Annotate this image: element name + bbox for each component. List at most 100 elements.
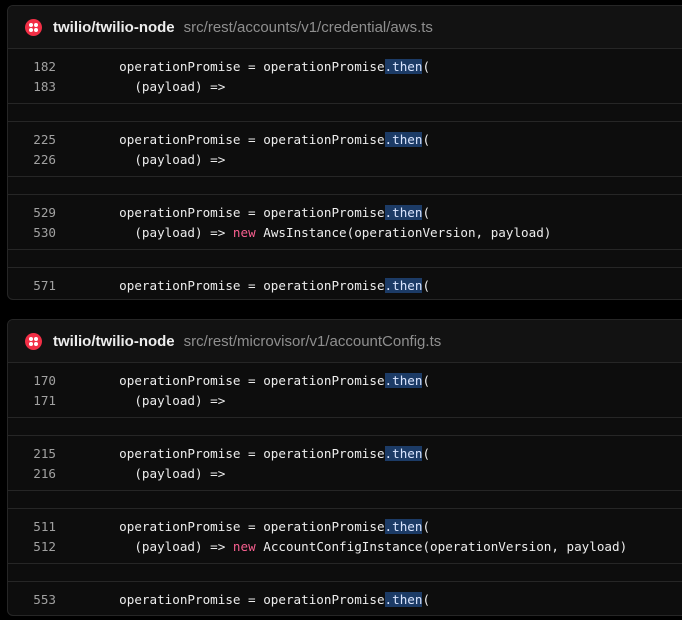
code-token: ( <box>422 372 431 388</box>
snippet-separator <box>8 176 682 195</box>
twilio-logo-icon <box>25 332 42 350</box>
code-snippet[interactable]: 511 operationPromise = operationPromise.… <box>8 509 682 563</box>
code-text: operationPromise = operationPromise.then… <box>104 518 431 534</box>
code-token: operationPromise = operationPromise <box>104 58 385 74</box>
code-token: ( <box>422 204 431 220</box>
code-text: operationPromise = operationPromise.then… <box>104 591 431 607</box>
line-number[interactable]: 183 <box>8 79 56 94</box>
line-number[interactable]: 553 <box>8 592 56 607</box>
result-header: twilio/twilio-node src/rest/accounts/v1/… <box>8 6 682 49</box>
line-number[interactable]: 530 <box>8 225 56 240</box>
code-token: AccountConfigInstance(operationVersion, … <box>255 538 628 554</box>
code-token: operationPromise = operationPromise <box>104 591 385 607</box>
code-token: ( <box>422 131 431 147</box>
line-number[interactable]: 215 <box>8 446 56 461</box>
twilio-logo-icon <box>25 18 42 36</box>
line-number[interactable]: 182 <box>8 59 56 74</box>
result-card: twilio/twilio-node src/rest/accounts/v1/… <box>7 5 682 300</box>
search-match: .then <box>384 518 423 534</box>
code-token: operationPromise = operationPromise <box>104 445 385 461</box>
code-token: ( <box>422 58 431 74</box>
code-line[interactable]: 225 operationPromise = operationPromise.… <box>8 129 682 149</box>
code-line[interactable]: 182 operationPromise = operationPromise.… <box>8 56 682 76</box>
code-snippets: 170 operationPromise = operationPromise.… <box>8 363 682 615</box>
code-token: ( <box>422 277 431 293</box>
code-snippet[interactable]: 215 operationPromise = operationPromise.… <box>8 436 682 490</box>
code-token: operationPromise = operationPromise <box>104 518 385 534</box>
code-token: (payload) => <box>104 465 226 481</box>
code-text: operationPromise = operationPromise.then… <box>104 277 431 293</box>
code-line[interactable]: 171 (payload) => <box>8 390 682 410</box>
code-text: (payload) => new AccountConfigInstance(o… <box>104 539 627 554</box>
code-text: (payload) => <box>104 152 225 167</box>
line-number[interactable]: 216 <box>8 466 56 481</box>
search-match: .then <box>384 131 423 147</box>
code-text: operationPromise = operationPromise.then… <box>104 445 431 461</box>
code-line[interactable]: 170 operationPromise = operationPromise.… <box>8 370 682 390</box>
result-header: twilio/twilio-node src/rest/microvisor/v… <box>8 320 682 363</box>
code-line[interactable]: 512 (payload) => new AccountConfigInstan… <box>8 536 682 556</box>
code-token: ( <box>422 591 431 607</box>
code-token: operationPromise = operationPromise <box>104 204 385 220</box>
code-line[interactable]: 215 operationPromise = operationPromise.… <box>8 443 682 463</box>
snippet-separator <box>8 249 682 268</box>
file-path-link[interactable]: src/rest/accounts/v1/credential/aws.ts <box>184 19 433 36</box>
line-number[interactable]: 511 <box>8 519 56 534</box>
code-snippet[interactable]: 170 operationPromise = operationPromise.… <box>8 363 682 417</box>
code-text: (payload) => <box>104 393 225 408</box>
line-number[interactable]: 512 <box>8 539 56 554</box>
code-token: (payload) => <box>104 78 226 94</box>
code-snippet[interactable]: 529 operationPromise = operationPromise.… <box>8 195 682 249</box>
code-line[interactable]: 529 operationPromise = operationPromise.… <box>8 202 682 222</box>
snippet-separator <box>8 490 682 509</box>
code-text: operationPromise = operationPromise.then… <box>104 372 431 388</box>
keyword-token: new <box>232 538 256 554</box>
repo-link[interactable]: twilio/twilio-node <box>53 333 175 350</box>
code-token: (payload) => <box>104 151 226 167</box>
line-number[interactable]: 226 <box>8 152 56 167</box>
code-token: AwsInstance(operationVersion, payload) <box>255 224 552 240</box>
code-line[interactable]: 183 (payload) => <box>8 76 682 96</box>
code-token: (payload) => <box>104 224 233 240</box>
code-text: operationPromise = operationPromise.then… <box>104 131 431 147</box>
code-line[interactable]: 553 operationPromise = operationPromise.… <box>8 589 682 609</box>
code-line[interactable]: 530 (payload) => new AwsInstance(operati… <box>8 222 682 242</box>
repo-link[interactable]: twilio/twilio-node <box>53 19 175 36</box>
line-number[interactable]: 170 <box>8 373 56 388</box>
code-token: (payload) => <box>104 392 226 408</box>
search-match: .then <box>384 372 423 388</box>
search-match: .then <box>384 591 423 607</box>
search-match: .then <box>384 277 423 293</box>
line-number[interactable]: 571 <box>8 278 56 293</box>
code-snippet[interactable]: 571 operationPromise = operationPromise.… <box>8 268 682 299</box>
code-line[interactable]: 216 (payload) => <box>8 463 682 483</box>
code-text: operationPromise = operationPromise.then… <box>104 204 431 220</box>
line-number[interactable]: 171 <box>8 393 56 408</box>
snippet-separator <box>8 563 682 582</box>
search-match: .then <box>384 58 423 74</box>
code-token: (payload) => <box>104 538 233 554</box>
search-match: .then <box>384 445 423 461</box>
code-line[interactable]: 571 operationPromise = operationPromise.… <box>8 275 682 295</box>
line-number[interactable]: 225 <box>8 132 56 147</box>
code-line[interactable]: 226 (payload) => <box>8 149 682 169</box>
line-number[interactable]: 529 <box>8 205 56 220</box>
code-token: ( <box>422 445 431 461</box>
code-line[interactable]: 511 operationPromise = operationPromise.… <box>8 516 682 536</box>
code-snippet[interactable]: 225 operationPromise = operationPromise.… <box>8 122 682 176</box>
keyword-token: new <box>232 224 256 240</box>
search-match: .then <box>384 204 423 220</box>
code-text: operationPromise = operationPromise.then… <box>104 58 431 74</box>
code-snippet[interactable]: 182 operationPromise = operationPromise.… <box>8 49 682 103</box>
code-snippet[interactable]: 553 operationPromise = operationPromise.… <box>8 582 682 615</box>
code-text: (payload) => <box>104 79 225 94</box>
file-path-link[interactable]: src/rest/microvisor/v1/accountConfig.ts <box>184 333 442 350</box>
code-token: operationPromise = operationPromise <box>104 372 385 388</box>
code-token: ( <box>422 518 431 534</box>
code-text: (payload) => new AwsInstance(operationVe… <box>104 225 551 240</box>
code-text: (payload) => <box>104 466 225 481</box>
code-token: operationPromise = operationPromise <box>104 131 385 147</box>
snippet-separator <box>8 417 682 436</box>
code-token: operationPromise = operationPromise <box>104 277 385 293</box>
result-card: twilio/twilio-node src/rest/microvisor/v… <box>7 319 682 616</box>
